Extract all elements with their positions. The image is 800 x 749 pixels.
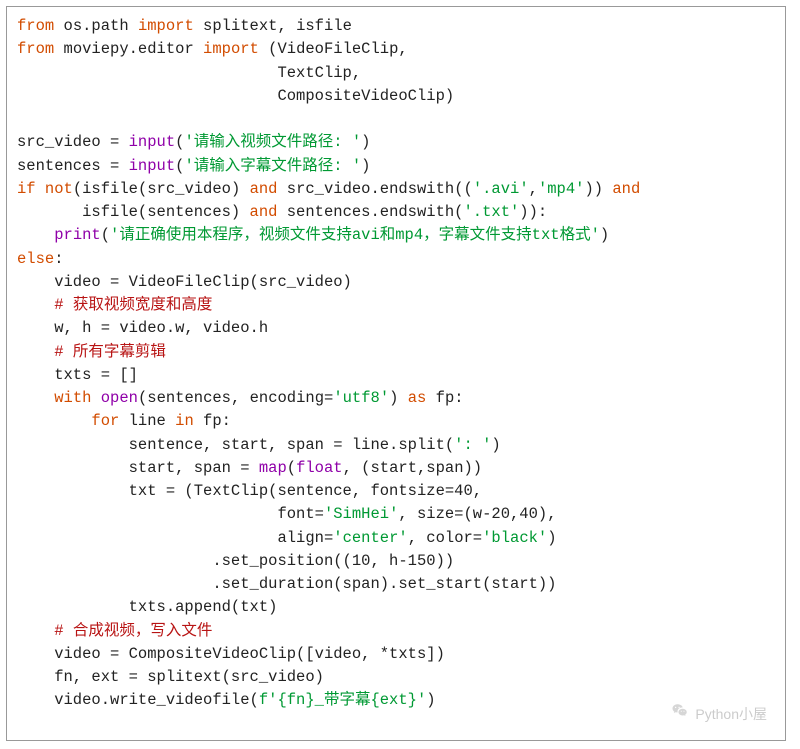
txt: os.path: [54, 17, 138, 35]
txt: [17, 622, 54, 640]
txt: ): [361, 157, 370, 175]
txt: [17, 343, 54, 361]
kw-and: and: [250, 180, 278, 198]
txt: txts.append(txt): [17, 598, 277, 616]
txt: video = CompositeVideoClip([video, *txts…: [17, 645, 445, 663]
txt: ): [491, 436, 500, 454]
txt: sentence, start, span = line.split(: [17, 436, 454, 454]
kw-import: import: [138, 17, 194, 35]
txt: fp:: [194, 412, 231, 430]
txt: ): [361, 133, 370, 151]
txt: [91, 389, 100, 407]
txt: .set_duration(span).set_start(start)): [17, 575, 557, 593]
kw-and: and: [612, 180, 640, 198]
txt: [17, 412, 91, 430]
txt: align=: [17, 529, 333, 547]
txt: [17, 226, 54, 244]
txt: splitext, isfile: [194, 17, 352, 35]
watermark: Python小屋: [671, 702, 767, 726]
fn-print: print: [54, 226, 101, 244]
txt: sentences.endswith(: [277, 203, 463, 221]
wechat-icon: [671, 702, 689, 726]
txt: sentences =: [17, 157, 129, 175]
watermark-text: Python小屋: [695, 704, 767, 725]
str: '.txt': [463, 203, 519, 221]
str: 'utf8': [333, 389, 389, 407]
kw-as: as: [408, 389, 427, 407]
kw-from: from: [17, 17, 54, 35]
fn-input: input: [129, 157, 176, 175]
txt: w, h = video.w, video.h: [17, 319, 268, 337]
kw-from: from: [17, 40, 54, 58]
txt: ,: [529, 180, 538, 198]
fn-input: input: [129, 133, 176, 151]
str: 'black': [482, 529, 547, 547]
kw-if: if: [17, 180, 36, 198]
comment: # 获取视频宽度和高度: [54, 296, 212, 314]
kw-not: not: [45, 180, 73, 198]
str: 'center': [333, 529, 407, 547]
txt: CompositeVideoClip): [17, 87, 454, 105]
str: ': ': [454, 436, 491, 454]
fn-open: open: [101, 389, 138, 407]
txt: :: [54, 250, 63, 268]
txt: txt = (TextClip(sentence, fontsize=40,: [17, 482, 482, 500]
txt: (: [101, 226, 110, 244]
txt: font=: [17, 505, 324, 523]
str: 'mp4': [538, 180, 585, 198]
txt: start, span =: [17, 459, 259, 477]
txt: (: [287, 459, 296, 477]
comment: # 所有字幕剪辑: [54, 343, 166, 361]
txt: (isfile(src_video): [73, 180, 250, 198]
kw-in: in: [175, 412, 194, 430]
txt: )): [584, 180, 612, 198]
str: 'SimHei': [324, 505, 398, 523]
kw-for: for: [91, 412, 119, 430]
txt: TextClip,: [17, 64, 361, 82]
str: '请输入字幕文件路径: ': [184, 157, 361, 175]
txt: video.write_videofile(: [17, 691, 259, 709]
txt: (sentences, encoding=: [138, 389, 333, 407]
str: '请输入视频文件路径: ': [184, 133, 361, 151]
code-snippet: from os.path import splitext, isfile fro…: [6, 6, 786, 741]
txt: , (start,span)): [343, 459, 483, 477]
txt: [36, 180, 45, 198]
txt: ): [547, 529, 556, 547]
txt: src_video.endswith((: [277, 180, 472, 198]
txt: txts = []: [17, 366, 138, 384]
txt: .set_position((10, h-150)): [17, 552, 454, 570]
comment: # 合成视频，写入文件: [54, 622, 212, 640]
txt: ): [426, 691, 435, 709]
txt: )):: [519, 203, 547, 221]
kw-else: else: [17, 250, 54, 268]
str: '请正确使用本程序，视频文件支持avi和mp4，字幕文件支持txt格式': [110, 226, 600, 244]
txt: fp:: [426, 389, 463, 407]
str: f'{fn}_带字幕{ext}': [259, 691, 426, 709]
txt: ): [600, 226, 609, 244]
txt: fn, ext = splitext(src_video): [17, 668, 324, 686]
kw-and: and: [250, 203, 278, 221]
txt: [17, 296, 54, 314]
txt: (VideoFileClip,: [259, 40, 408, 58]
txt: moviepy.editor: [54, 40, 203, 58]
txt: isfile(sentences): [17, 203, 250, 221]
txt: [17, 389, 54, 407]
txt: , color=: [408, 529, 482, 547]
txt: , size=(w-20,40),: [398, 505, 556, 523]
kw-import: import: [203, 40, 259, 58]
txt: line: [119, 412, 175, 430]
txt: src_video =: [17, 133, 129, 151]
txt: video = VideoFileClip(src_video): [17, 273, 352, 291]
fn-map: map: [259, 459, 287, 477]
txt: ): [389, 389, 408, 407]
str: '.avi': [473, 180, 529, 198]
fn-float: float: [296, 459, 343, 477]
kw-with: with: [54, 389, 91, 407]
